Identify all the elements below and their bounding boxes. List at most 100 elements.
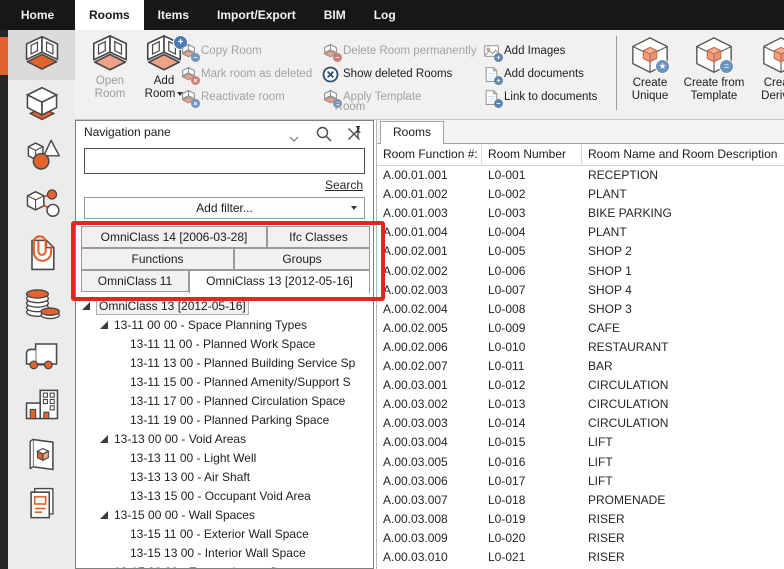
- tree-item[interactable]: 13-17 00 00 - Encroachment Spaces: [76, 563, 374, 569]
- classification-tab-groups[interactable]: Groups: [234, 248, 370, 270]
- link-to-documents-button[interactable]: −Link to documents: [483, 87, 597, 107]
- table-row[interactable]: A.00.02.005L0-009CAFE: [377, 319, 784, 338]
- tree-item[interactable]: 13-13 11 00 - Light Well: [76, 449, 374, 468]
- menu-tab-items[interactable]: Items: [144, 0, 203, 30]
- classification-tab-omniclass-14-2006-03-28[interactable]: OmniClass 14 [2006-03-28]: [81, 226, 267, 248]
- add-documents-button[interactable]: +Add documents: [483, 64, 584, 84]
- create-unique-button[interactable]: ★Create Unique: [621, 35, 679, 115]
- room-name-cell: SHOP 2: [582, 242, 784, 261]
- show-deleted-rooms-button[interactable]: Show deleted Rooms: [322, 64, 452, 84]
- create-derived-button[interactable]: ✎Create Derived: [753, 35, 784, 115]
- sidebar-strip: [0, 30, 8, 569]
- sidebar-item-rooms[interactable]: [8, 30, 75, 80]
- copy-room-button[interactable]: −Copy Room: [180, 41, 262, 61]
- search-chevron-icon[interactable]: [289, 131, 299, 137]
- delete-room-permanently-button[interactable]: −Delete Room permanently: [322, 41, 477, 61]
- menu-tab-bim[interactable]: BIM: [310, 0, 360, 30]
- sidebar-item-attachments[interactable]: [8, 230, 75, 280]
- tree-item[interactable]: 13-13 15 00 - Occupant Void Area: [76, 487, 374, 506]
- table-row[interactable]: A.00.01.003L0-003BIKE PARKING: [377, 204, 784, 223]
- ribbon-toolbar: Open Room + Add Room −Copy Room×Mark roo…: [75, 30, 784, 120]
- sidebar-item-finance[interactable]: [8, 280, 75, 330]
- add-images-button[interactable]: +Add Images: [483, 41, 565, 61]
- open-room-label: Open Room: [85, 75, 135, 101]
- expanded-arrow-icon[interactable]: [82, 302, 90, 310]
- table-row[interactable]: A.00.02.007L0-011BAR: [377, 357, 784, 376]
- menu-home[interactable]: Home: [0, 0, 75, 30]
- top-menu-bar: Home RoomsItemsImport/ExportBIMLog: [0, 0, 784, 30]
- table-row[interactable]: A.00.03.009L0-020RISER: [377, 529, 784, 548]
- mark-room-as-deleted-button[interactable]: ×Mark room as deleted: [180, 64, 312, 84]
- add-filter-dropdown[interactable]: Add filter...: [84, 197, 365, 219]
- sidebar-item-shapes[interactable]: [8, 130, 75, 180]
- tree-item[interactable]: OmniClass 13 [2012-05-16]: [76, 297, 374, 316]
- table-row[interactable]: A.00.03.006L0-017LIFT: [377, 472, 784, 491]
- table-row[interactable]: A.00.03.008L0-019RISER: [377, 510, 784, 529]
- menu-tab-import-export[interactable]: Import/Export: [203, 0, 310, 30]
- sidebar-linked-objects-icon: [22, 184, 62, 227]
- classification-tab-functions[interactable]: Functions: [81, 248, 234, 270]
- table-row[interactable]: A.00.01.004L0-004PLANT: [377, 223, 784, 242]
- link-to-documents-icon: −: [483, 89, 500, 106]
- badge: −: [333, 53, 342, 62]
- open-room-button[interactable]: Open Room: [85, 33, 135, 115]
- room-function-number-cell: A.00.03.008: [377, 510, 482, 529]
- sidebar-catalog-icon: [22, 434, 62, 477]
- tree-item[interactable]: 13-11 19 00 - Planned Parking Space: [76, 411, 374, 430]
- table-row[interactable]: A.00.03.002L0-013CIRCULATION: [377, 395, 784, 414]
- sidebar-item-items[interactable]: [8, 80, 75, 130]
- tree-item[interactable]: 13-11 00 00 - Space Planning Types: [76, 316, 374, 335]
- room-number-cell: L0-014: [482, 414, 582, 433]
- expanded-arrow-icon[interactable]: [100, 435, 108, 443]
- classification-tab-ifc-classes[interactable]: Ifc Classes: [267, 226, 370, 248]
- sidebar-item-buildings[interactable]: [8, 380, 75, 430]
- search-link[interactable]: Search: [325, 178, 363, 192]
- tab-rooms[interactable]: Rooms: [380, 121, 444, 144]
- table-row[interactable]: A.00.03.003L0-014CIRCULATION: [377, 414, 784, 433]
- create-from-template-button[interactable]: =Create from Template: [681, 35, 747, 115]
- reactivate-room-button[interactable]: ×Reactivate room: [180, 87, 285, 107]
- column-header-room-name-and-room-description[interactable]: Room Name and Room Description: [582, 144, 784, 166]
- room-name-cell: CIRCULATION: [582, 395, 784, 414]
- room-number-cell: L0-013: [482, 395, 582, 414]
- table-row[interactable]: A.00.01.002L0-002PLANT: [377, 185, 784, 204]
- table-row[interactable]: A.00.03.005L0-016LIFT: [377, 453, 784, 472]
- classification-tab-omniclass-11[interactable]: OmniClass 11: [81, 270, 189, 292]
- tree-item[interactable]: 13-11 13 00 - Planned Building Service S…: [76, 354, 374, 373]
- table-row[interactable]: A.00.02.006L0-010RESTAURANT: [377, 338, 784, 357]
- tree-item[interactable]: 13-15 00 00 - Wall Spaces: [76, 506, 374, 525]
- menu-tab-log[interactable]: Log: [360, 0, 410, 30]
- tree-item[interactable]: 13-11 15 00 - Planned Amenity/Support S: [76, 373, 374, 392]
- column-header-room-number[interactable]: Room Number: [482, 144, 582, 166]
- tree-item[interactable]: 13-13 13 00 - Air Shaft: [76, 468, 374, 487]
- table-row[interactable]: A.00.02.002L0-006SHOP 1: [377, 262, 784, 281]
- search-input[interactable]: [84, 148, 365, 174]
- column-header-room-function[interactable]: Room Function #:: [377, 144, 482, 166]
- clear-search-icon[interactable]: [345, 125, 363, 143]
- table-row[interactable]: A.00.03.007L0-018PROMENADE: [377, 491, 784, 510]
- table-row[interactable]: A.00.02.004L0-008SHOP 3: [377, 300, 784, 319]
- tree-item[interactable]: 13-15 11 00 - Exterior Wall Space: [76, 525, 374, 544]
- delete-room-permanently-icon: −: [322, 43, 339, 60]
- table-row[interactable]: A.00.03.001L0-012CIRCULATION: [377, 376, 784, 395]
- expanded-arrow-icon[interactable]: [100, 511, 108, 519]
- expanded-arrow-icon[interactable]: [100, 321, 108, 329]
- button-label: Create Unique: [621, 77, 679, 103]
- search-icon[interactable]: [315, 125, 333, 143]
- table-row[interactable]: A.00.03.010L0-021RISER: [377, 548, 784, 567]
- table-row[interactable]: A.00.03.004L0-015LIFT: [377, 433, 784, 452]
- classification-tab-omniclass-13-2012-05-16[interactable]: OmniClass 13 [2012-05-16]: [189, 270, 370, 294]
- tree-item[interactable]: 13-13 00 00 - Void Areas: [76, 430, 374, 449]
- menu-tab-rooms[interactable]: Rooms: [75, 0, 144, 30]
- sidebar-item-reports[interactable]: [8, 480, 75, 530]
- sidebar-item-catalog[interactable]: [8, 430, 75, 480]
- sidebar-item-linked-objects[interactable]: [8, 180, 75, 230]
- tree-item[interactable]: 13-15 13 00 - Interior Wall Space: [76, 544, 374, 563]
- table-row[interactable]: A.00.02.003L0-007SHOP 4: [377, 281, 784, 300]
- table-row[interactable]: A.00.01.001L0-001RECEPTION: [377, 166, 784, 185]
- table-row[interactable]: A.00.02.001L0-005SHOP 2: [377, 242, 784, 261]
- sidebar-logistics-icon: [22, 334, 62, 377]
- sidebar-item-logistics[interactable]: [8, 330, 75, 380]
- tree-item[interactable]: 13-11 11 00 - Planned Work Space: [76, 335, 374, 354]
- tree-item[interactable]: 13-11 17 00 - Planned Circulation Space: [76, 392, 374, 411]
